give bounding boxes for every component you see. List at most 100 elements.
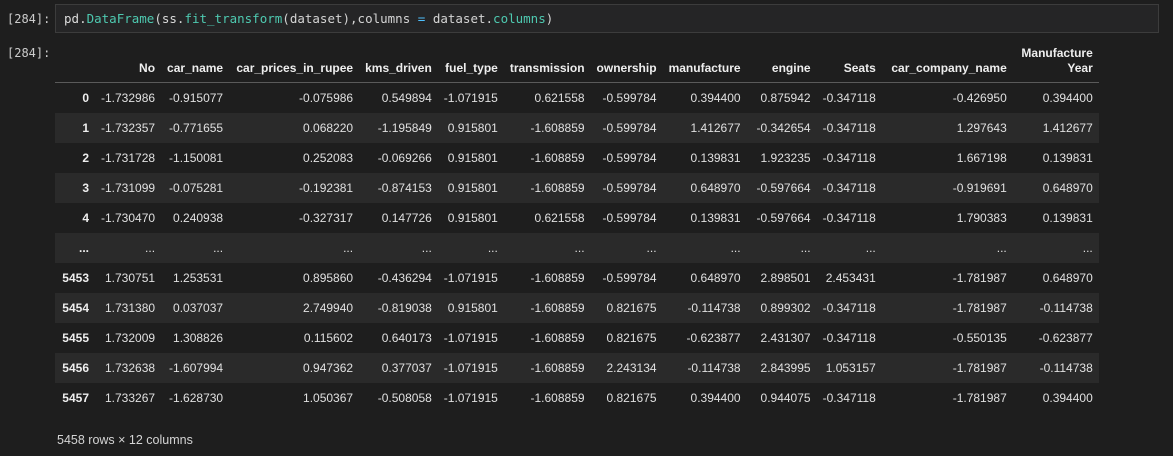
code-token: DataFrame bbox=[86, 11, 155, 26]
table-cell: -1.608859 bbox=[530, 121, 585, 135]
table-cell: -1.150081 bbox=[169, 151, 224, 165]
table-cell: -0.623877 bbox=[1038, 331, 1093, 345]
table-cell: 1.253531 bbox=[173, 271, 224, 285]
table-cell: 0.394400 bbox=[690, 391, 741, 405]
table-cell: 0.648970 bbox=[690, 271, 741, 285]
code-cell: [284]: pd.DataFrame(ss.fit_transform(dat… bbox=[0, 0, 1173, 40]
code-token: pd bbox=[64, 11, 80, 26]
table-cell: 1.412677 bbox=[1042, 121, 1093, 135]
table-row: 0 -1.732986 -0.915077 -0.075986 0.549894 -1.0… bbox=[55, 82, 1099, 113]
table-cell: 0.895860 bbox=[303, 271, 354, 285]
table-cell: -0.347118 bbox=[822, 91, 876, 105]
table-cell: 0.068220 bbox=[303, 121, 354, 135]
table-cell: -0.327317 bbox=[299, 211, 354, 225]
table-cell: -1.608859 bbox=[530, 331, 585, 345]
table-cell: -1.781987 bbox=[952, 301, 1007, 315]
table-cell: 0.915801 bbox=[447, 151, 498, 165]
table-row: 1 -1.732357 -0.771655 0.068220 -1.195849 0.91… bbox=[55, 113, 1099, 143]
table-cell: 0.875942 bbox=[760, 91, 811, 105]
table-cell: 0.394400 bbox=[1042, 91, 1093, 105]
table-cell: -1.732986 bbox=[101, 91, 156, 105]
column-header: Seats bbox=[816, 40, 882, 83]
table-cell: 0.648970 bbox=[690, 181, 741, 195]
table-cell: 1.732009 bbox=[104, 331, 156, 345]
table-cell: ... bbox=[1082, 241, 1093, 255]
table-cell: -0.347118 bbox=[822, 151, 876, 165]
row-index: 5454 bbox=[62, 301, 89, 315]
code-token: dataset bbox=[425, 11, 486, 26]
code-token: . bbox=[485, 11, 494, 26]
table-cell: 0.915801 bbox=[447, 211, 498, 225]
column-header: car_prices_in_rupee bbox=[229, 40, 360, 83]
table-cell: 0.947362 bbox=[303, 361, 354, 375]
column-header: fuel_type bbox=[437, 40, 504, 83]
table-row: ....................................... bbox=[55, 233, 1099, 263]
table-cell: -1.781987 bbox=[952, 361, 1007, 375]
index-header bbox=[55, 40, 95, 83]
table-cell: -0.508058 bbox=[377, 391, 432, 405]
table-cell: ... bbox=[865, 241, 876, 255]
header-row: No car_name car_prices_in_rupee kms_driven f… bbox=[55, 40, 1099, 83]
table-cell: ... bbox=[646, 241, 657, 255]
table-cell: -1.732357 bbox=[101, 121, 156, 135]
table-cell: 0.394400 bbox=[690, 91, 741, 105]
table-cell: -0.919691 bbox=[952, 181, 1007, 195]
table-cell: 0.377037 bbox=[381, 361, 432, 375]
table-cell: ... bbox=[343, 241, 354, 255]
table-cell: 0.899302 bbox=[760, 301, 811, 315]
column-header: kms_driven bbox=[359, 40, 438, 83]
table-cell: 1.732638 bbox=[104, 361, 156, 375]
row-index: ... bbox=[78, 241, 89, 255]
code-token: ) bbox=[545, 11, 554, 26]
table-cell: -0.599784 bbox=[602, 211, 657, 225]
table-cell: 0.139831 bbox=[1042, 211, 1093, 225]
column-header: No bbox=[95, 40, 162, 83]
table-cell: 0.821675 bbox=[606, 301, 657, 315]
table-row: 5456 1.732638 -1.607994 0.947362 0.377037 -1.… bbox=[55, 353, 1099, 383]
table-cell: -0.075281 bbox=[169, 181, 224, 195]
table-cell: ... bbox=[145, 241, 156, 255]
table-cell: 2.749940 bbox=[303, 301, 354, 315]
table-cell: ... bbox=[213, 241, 224, 255]
table-cell: 0.037037 bbox=[173, 301, 224, 315]
output-prompt: [284]: bbox=[7, 46, 51, 60]
table-cell: 0.915801 bbox=[447, 181, 498, 195]
table-cell: -1.608859 bbox=[530, 151, 585, 165]
column-header: Manufacture Year bbox=[1012, 40, 1099, 83]
table-cell: 0.549894 bbox=[381, 91, 432, 105]
table-cell: -1.731728 bbox=[101, 151, 156, 165]
table-cell: -0.599784 bbox=[602, 121, 657, 135]
row-index: 0 bbox=[82, 91, 89, 105]
table-cell: 0.252083 bbox=[303, 151, 354, 165]
table-row: 2 -1.731728 -1.150081 0.252083 -0.069266 0.91… bbox=[55, 143, 1099, 173]
row-index: 5455 bbox=[62, 331, 89, 345]
table-cell: -0.114738 bbox=[1039, 301, 1093, 315]
table-cell: -1.608859 bbox=[530, 391, 585, 405]
table-cell: 1.297643 bbox=[956, 121, 1007, 135]
table-cell: -0.192381 bbox=[299, 181, 354, 195]
table-cell: 1.730751 bbox=[104, 271, 156, 285]
table-cell: 0.621558 bbox=[534, 91, 585, 105]
table-cell: -1.195849 bbox=[377, 121, 432, 135]
table-body: 0 -1.732986 -0.915077 -0.075986 0.549894 -1.0… bbox=[55, 82, 1099, 413]
table-cell: 1.731380 bbox=[104, 301, 156, 315]
table-cell: -0.597664 bbox=[756, 181, 811, 195]
column-header: manufacture bbox=[662, 40, 747, 83]
table-cell: -0.114738 bbox=[1039, 361, 1093, 375]
table-cell: -0.069266 bbox=[377, 151, 432, 165]
dataframe-output: No car_name car_prices_in_rupee kms_driven f… bbox=[55, 40, 1099, 413]
table-cell: -0.819038 bbox=[377, 301, 432, 315]
table-cell: -0.597664 bbox=[756, 211, 811, 225]
table-cell: -1.071915 bbox=[443, 91, 498, 105]
code-token: columns bbox=[493, 11, 546, 26]
table-cell: -1.071915 bbox=[443, 331, 498, 345]
code-token: (dataset),columns bbox=[282, 11, 418, 26]
row-index: 5453 bbox=[62, 271, 89, 285]
table-cell: -0.599784 bbox=[602, 91, 657, 105]
code-editor[interactable]: pd.DataFrame(ss.fit_transform(dataset),c… bbox=[55, 4, 1159, 33]
table-cell: 2.843995 bbox=[760, 361, 811, 375]
table-cell: 0.648970 bbox=[1042, 271, 1093, 285]
column-header: engine bbox=[746, 40, 817, 83]
table-cell: -0.342654 bbox=[756, 121, 811, 135]
table-cell: ... bbox=[487, 241, 498, 255]
